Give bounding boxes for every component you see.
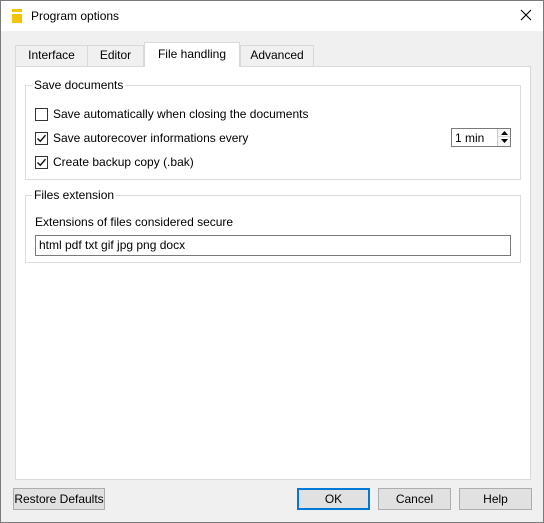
spin-down-button[interactable]: [498, 137, 510, 145]
tab-file-handling[interactable]: File handling: [144, 42, 240, 67]
spin-arrows: [497, 129, 510, 146]
save-on-close-label: Save automatically when closing the docu…: [53, 107, 309, 121]
autorecover-interval-value: 1 min: [455, 131, 485, 145]
tab-editor[interactable]: Editor: [87, 45, 144, 66]
tab-interface[interactable]: Interface: [15, 45, 88, 66]
autorecover-checkbox[interactable]: [35, 131, 48, 145]
cancel-button[interactable]: Cancel: [378, 488, 451, 510]
save-documents-group: Save documents Save automatically when c…: [25, 78, 521, 180]
program-options-dialog: Program options Interface Editor File ha…: [0, 0, 544, 523]
checkmark-icon: [37, 134, 46, 142]
spin-up-button[interactable]: [498, 129, 510, 137]
ok-button[interactable]: OK: [297, 488, 370, 510]
close-icon: [520, 9, 532, 24]
title-bar: Program options: [1, 1, 543, 31]
secure-extensions-input[interactable]: html pdf txt gif jpg png docx: [35, 235, 511, 256]
files-extension-group: Files extension Extensions of files cons…: [25, 188, 521, 263]
tab-advanced[interactable]: Advanced: [240, 45, 314, 66]
restore-defaults-button[interactable]: Restore Defaults: [13, 488, 105, 510]
autorecover-option[interactable]: Save autorecover informations every: [35, 130, 248, 146]
save-documents-title: Save documents: [32, 78, 126, 92]
save-on-close-option[interactable]: Save automatically when closing the docu…: [35, 106, 308, 122]
files-extension-title: Files extension: [32, 188, 117, 202]
backup-checkbox[interactable]: [35, 155, 48, 169]
close-button[interactable]: [509, 1, 543, 31]
checkmark-icon: [37, 158, 46, 166]
autorecover-label: Save autorecover informations every: [53, 131, 249, 145]
save-on-close-checkbox[interactable]: [35, 107, 48, 121]
file-handling-panel: Save documents Save automatically when c…: [15, 66, 531, 480]
backup-option[interactable]: Create backup copy (.bak): [35, 154, 194, 170]
window-title: Program options: [31, 9, 120, 23]
autorecover-interval-spinbox[interactable]: 1 min: [451, 128, 511, 147]
caret-up-icon: [500, 130, 508, 135]
backup-label: Create backup copy (.bak): [53, 155, 194, 169]
secure-extensions-label: Extensions of files considered secure: [35, 215, 234, 229]
banana-app-icon: [10, 8, 24, 24]
caret-down-icon: [500, 139, 508, 143]
help-button[interactable]: Help: [459, 488, 532, 510]
